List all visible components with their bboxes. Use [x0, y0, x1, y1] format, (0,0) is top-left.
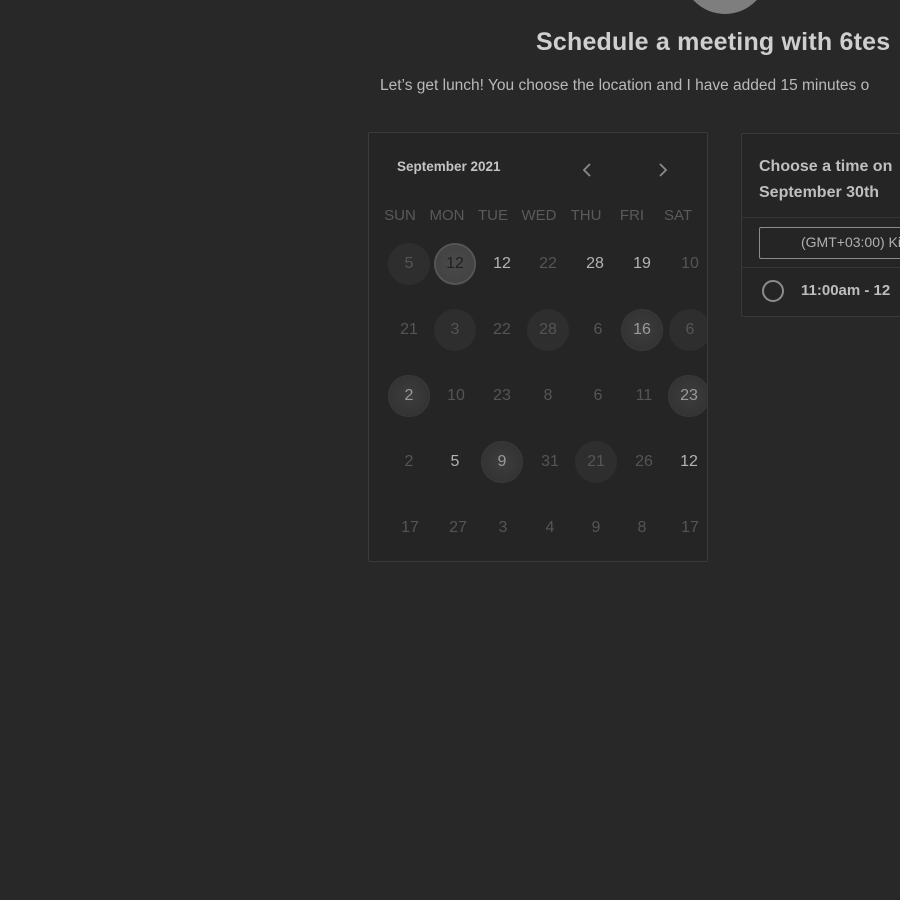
calendar-day[interactable]: 12 [668, 441, 707, 483]
weekday-sun: SUN [384, 207, 416, 224]
calendar-day[interactable]: 19 [621, 243, 663, 285]
calendar-card: September 2021 SUN MON TUE WED THU FRI S… [368, 132, 708, 562]
page-title: Schedule a meeting with 6tes [536, 28, 891, 56]
time-panel-heading: Choose a time on September 30th [759, 154, 892, 206]
calendar-day-selected[interactable]: 12 [434, 243, 476, 285]
calendar-day[interactable]: 22 [481, 309, 523, 351]
chevron-left-icon [582, 163, 591, 177]
calendar-day[interactable]: 21 [388, 309, 430, 351]
calendar-day[interactable]: 23 [668, 375, 707, 417]
next-month-button[interactable] [648, 155, 678, 185]
calendar-day[interactable]: 6 [577, 375, 619, 417]
calendar-day[interactable]: 22 [527, 243, 569, 285]
calendar-day[interactable]: 17 [389, 507, 431, 549]
calendar-day[interactable]: 11 [623, 375, 665, 417]
calendar-day[interactable]: 4 [529, 507, 571, 549]
time-panel-heading-date: September 30th [759, 184, 880, 201]
calendar-day[interactable]: 23 [481, 375, 523, 417]
calendar-day[interactable]: 26 [623, 441, 665, 483]
divider [742, 217, 900, 218]
calendar-day[interactable]: 28 [574, 243, 616, 285]
calendar-day[interactable]: 9 [575, 507, 617, 549]
calendar-day[interactable]: 16 [621, 309, 663, 351]
timezone-select[interactable]: (GMT+03:00) Ki [759, 227, 900, 259]
chevron-right-icon [659, 163, 668, 177]
weekday-mon: MON [429, 207, 465, 224]
weekday-wed: WED [521, 207, 557, 224]
calendar-day[interactable]: 5 [388, 243, 430, 285]
calendar-day[interactable]: 9 [481, 441, 523, 483]
calendar-day[interactable]: 3 [482, 507, 524, 549]
calendar-day[interactable]: 28 [527, 309, 569, 351]
calendar-day[interactable]: 10 [435, 375, 477, 417]
calendar-month-label: September 2021 [397, 159, 501, 174]
calendar-day[interactable]: 5 [434, 441, 476, 483]
calendar-day[interactable]: 3 [434, 309, 476, 351]
calendar-day[interactable]: 8 [621, 507, 663, 549]
calendar-day[interactable]: 21 [575, 441, 617, 483]
calendar-day[interactable]: 6 [577, 309, 619, 351]
weekday-tue: TUE [478, 207, 508, 224]
radio-button[interactable] [762, 280, 784, 302]
calendar-day[interactable]: 31 [529, 441, 571, 483]
calendar-day[interactable]: 2 [388, 441, 430, 483]
divider [742, 267, 900, 268]
weekday-fri: FRI [619, 207, 645, 224]
weekday-thu: THU [570, 207, 602, 224]
calendar-day[interactable]: 8 [527, 375, 569, 417]
calendar-day[interactable]: 17 [669, 507, 707, 549]
time-panel-heading-line1: Choose a time on [759, 158, 893, 175]
calendar-day[interactable]: 6 [669, 309, 707, 351]
calendar-day[interactable]: 2 [388, 375, 430, 417]
calendar-day[interactable]: 27 [437, 507, 479, 549]
calendar-day[interactable]: 10 [669, 243, 707, 285]
time-slot-label: 11:00am - 12 [801, 282, 891, 299]
weekday-sat: SAT [663, 207, 693, 224]
time-slots-panel: Choose a time on September 30th (GMT+03:… [741, 133, 900, 317]
scheduling-page: Schedule a meeting with 6tes Let’s get l… [0, 0, 900, 900]
page-subtitle: Let’s get lunch! You choose the location… [380, 77, 870, 94]
previous-month-button[interactable] [572, 155, 602, 185]
calendar-day[interactable]: 12 [481, 243, 523, 285]
host-avatar [682, 0, 768, 14]
